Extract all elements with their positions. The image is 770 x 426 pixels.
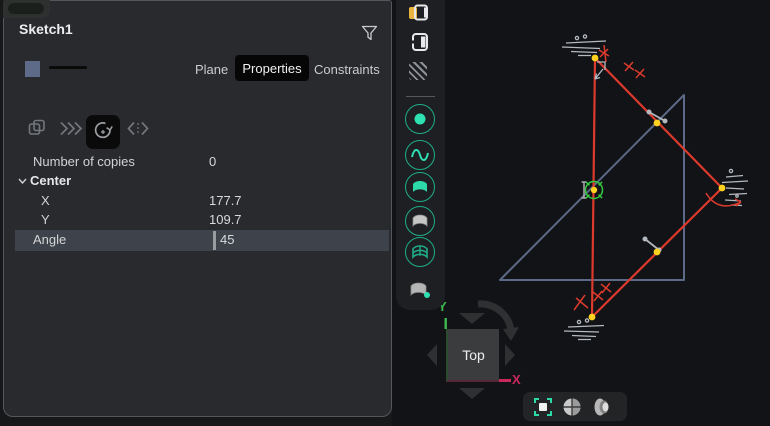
angle-row-highlight[interactable] [15, 230, 389, 251]
panel-title: Sketch1 [19, 21, 73, 37]
row-label-copies: Number of copies [33, 154, 135, 169]
orbit-arrow-left[interactable] [427, 344, 437, 366]
panel-handle[interactable] [8, 3, 44, 14]
zoom-to-selection-icon[interactable] [532, 396, 554, 418]
orbit-arrow-right[interactable] [505, 344, 515, 366]
surface-point-tool-icon[interactable] [407, 277, 434, 301]
orbit-arrow-up[interactable] [459, 313, 485, 324]
app-window: Top Y X [0, 0, 770, 426]
row-label-center[interactable]: Center [30, 173, 71, 188]
circle-tool-button[interactable] [405, 104, 435, 134]
view-gizmo-top-face[interactable]: Top [446, 329, 499, 382]
row-label-x: X [41, 193, 50, 208]
shading-mode-icon[interactable] [561, 396, 583, 418]
row-value-y[interactable]: 109.7 [209, 212, 242, 227]
surface-tool-button[interactable] [405, 172, 435, 202]
view-settings-bar [523, 392, 627, 421]
tab-constraints[interactable]: Constraints [314, 62, 380, 77]
gizmo-x-axis-label: X [512, 372, 521, 387]
angle-edit-cursor [213, 231, 216, 250]
sketch-line-preview [49, 66, 87, 69]
spline-tool-icon [405, 140, 435, 170]
surface-shaded-tool-button[interactable] [405, 206, 435, 236]
row-value-angle[interactable]: 45 [220, 232, 234, 247]
sketch-color-swatch[interactable] [25, 61, 40, 77]
tab-plane[interactable]: Plane [195, 62, 228, 77]
linear-pattern-icon[interactable] [59, 121, 85, 136]
circular-pattern-icon [91, 120, 115, 144]
projection-mode-icon[interactable] [590, 396, 614, 418]
row-value-copies[interactable]: 0 [209, 154, 216, 169]
chevron-down-icon[interactable] [18, 178, 27, 184]
tab-properties[interactable]: Properties [235, 55, 309, 81]
circle-tool-icon [405, 104, 435, 134]
ground-constraint-right-icon [722, 169, 748, 205]
gizmo-face-label: Top [462, 347, 485, 363]
row-label-y: Y [41, 212, 50, 227]
strip-divider [406, 96, 435, 97]
properties-panel: Sketch1 Plane Properties Constraints [3, 0, 392, 417]
orbit-arrow-down[interactable] [459, 388, 485, 399]
row-label-angle: Angle [33, 232, 66, 247]
sketch-badge-icon[interactable] [408, 4, 432, 22]
filter-icon[interactable] [361, 25, 378, 42]
pattern-center-marker[interactable] [582, 182, 603, 199]
row-value-x[interactable]: 177.7 [209, 193, 242, 208]
tool-strip [396, 0, 445, 310]
surface-grid-tool-button[interactable] [405, 237, 435, 267]
surface-grid-tool-icon [405, 237, 435, 267]
sketch-triangle[interactable] [592, 58, 722, 317]
orbit-rotate-arrow[interactable] [478, 304, 511, 330]
hatch-badge-icon[interactable] [409, 62, 427, 80]
circular-pattern-button[interactable] [86, 115, 120, 149]
surface-shaded-tool-icon [405, 206, 435, 236]
spline-tool-button[interactable] [405, 140, 435, 170]
orbit-rotate-arrowhead[interactable] [503, 327, 519, 341]
constraint-marks-top [599, 45, 645, 78]
tab-properties-label: Properties [242, 61, 301, 76]
solid-badge-icon[interactable] [410, 32, 430, 52]
ground-constraint-bottom-icon [564, 319, 604, 340]
duplicate-icon[interactable] [28, 119, 46, 137]
panel-tab-dock [3, 0, 50, 18]
mirror-icon[interactable] [127, 121, 149, 136]
surface-tool-icon [405, 172, 435, 202]
ground-constraint-top-icon [562, 35, 606, 56]
